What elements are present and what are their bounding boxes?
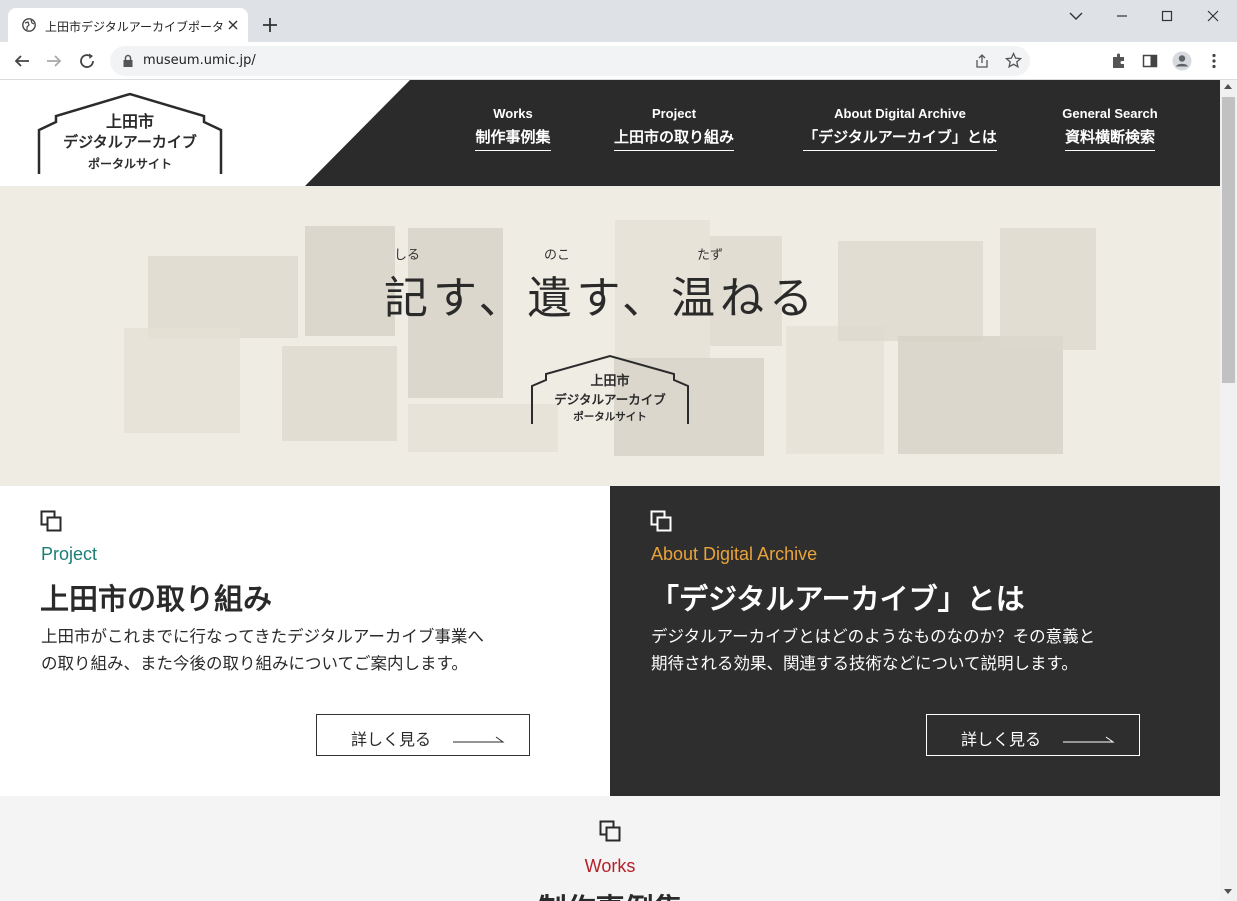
share-icon[interactable] <box>974 53 990 69</box>
windows-stack-icon <box>599 820 621 842</box>
nav-search-en: General Search <box>1062 106 1158 121</box>
hero-logo-line-2: デジタルアーカイブ <box>554 392 666 407</box>
project-card: Project 上田市の取り組み 上田市がこれまでに行なってきたデジタルアーカイ… <box>0 486 610 796</box>
nav-works[interactable]: Works 制作事例集 <box>467 106 559 151</box>
new-tab-plus-icon[interactable] <box>260 15 280 35</box>
works-section: Works 制作事例集 <box>0 796 1220 901</box>
profile-avatar-icon[interactable] <box>1172 51 1192 71</box>
scrollbar-thumb[interactable] <box>1222 97 1235 383</box>
about-desc-line-2: 期待される効果、関連する技術などについて説明します。 <box>651 654 1078 673</box>
about-label: About Digital Archive <box>651 544 818 564</box>
close-tab-icon[interactable] <box>227 19 239 31</box>
hero-photo-telescope <box>786 326 884 454</box>
about-title: 「デジタルアーカイブ」とは <box>650 582 1025 616</box>
nav-about-digital-archive[interactable]: About Digital Archive 「デジタルアーカイブ」とは <box>786 106 1014 151</box>
windows-stack-icon <box>650 510 672 532</box>
hero-logo: 上田市 デジタルアーカイブ ポータルサイト <box>530 354 690 426</box>
hero-logo-line-3: ポータルサイト <box>573 411 647 423</box>
nav-search-ja: 資料横断検索 <box>1064 126 1155 151</box>
project-more-label: 詳しく見る <box>351 730 432 749</box>
project-description: 上田市がこれまでに行なってきたデジタルアーカイブ事業へ の取り組み、また今後の取… <box>41 623 541 677</box>
hero-photo-statue <box>305 226 395 336</box>
logo-line-2: デジタルアーカイブ <box>63 133 197 151</box>
hero-photo-castle <box>148 256 298 338</box>
back-arrow-icon[interactable] <box>13 52 31 70</box>
reload-icon[interactable] <box>78 52 96 70</box>
url-text: museum.umic.jp/ <box>143 53 256 68</box>
hero-banner: しる のこ たず 記す、遺す、温ねる 上田市 デジタルアーカイブ ポータルサイト <box>0 186 1220 486</box>
tab-title: 上田市デジタルアーカイブポータルサイト <box>45 20 223 34</box>
works-title: 制作事例集 <box>0 886 1220 901</box>
browser-toolbar: museum.umic.jp/ <box>0 42 1237 80</box>
address-bar[interactable]: museum.umic.jp/ <box>110 46 1030 76</box>
maximize-icon[interactable] <box>1157 8 1177 24</box>
about-more-label: 詳しく見る <box>961 730 1042 749</box>
lock-icon <box>123 54 133 67</box>
hero-title: 記す、遺す、温ねる <box>384 273 818 324</box>
browser-tab[interactable]: 上田市デジタルアーカイブポータルサイト <box>8 8 248 42</box>
forward-arrow-icon[interactable] <box>45 52 63 70</box>
hero-photo-painting <box>838 241 983 341</box>
about-digital-archive-card: About Digital Archive 「デジタルアーカイブ」とは デジタル… <box>610 486 1220 796</box>
works-label: Works <box>584 856 636 876</box>
project-desc-line-1: 上田市がこれまでに行なってきたデジタルアーカイブ事業へ <box>41 627 484 646</box>
hero-photo-print <box>282 346 397 441</box>
logo-line-1: 上田市 <box>105 112 154 131</box>
about-desc-line-1: デジタルアーカイブとはどのようなものなのか？その意義と <box>651 627 1096 646</box>
page-scrollbar[interactable] <box>1220 80 1237 901</box>
site-logo[interactable]: 上田市 デジタルアーカイブ ポータルサイト <box>36 92 224 176</box>
ruby-tazu: たず <box>697 248 724 263</box>
page-viewport: 上田市 デジタルアーカイブ ポータルサイト Works 制作事例集 Projec… <box>0 80 1220 901</box>
about-description: デジタルアーカイブとはどのようなものなのか？その意義と 期待される効果、関連する… <box>651 623 1151 677</box>
arrow-right-icon <box>1063 736 1115 743</box>
extensions-puzzle-icon[interactable] <box>1110 52 1128 70</box>
tab-search-chevron-icon[interactable] <box>1066 8 1086 24</box>
browser-tab-bar: 上田市デジタルアーカイブポータルサイト <box>0 0 1237 42</box>
minimize-icon[interactable] <box>1112 8 1132 24</box>
close-window-icon[interactable] <box>1203 8 1223 24</box>
bookmark-star-icon[interactable] <box>1005 52 1022 69</box>
hero-logo-line-1: 上田市 <box>590 374 630 389</box>
nav-project[interactable]: Project 上田市の取り組み <box>604 106 744 151</box>
site-header: 上田市 デジタルアーカイブ ポータルサイト Works 制作事例集 Projec… <box>0 80 1220 186</box>
logo-line-3: ポータルサイト <box>87 157 172 171</box>
arrow-right-icon <box>453 736 505 743</box>
nav-project-ja: 上田市の取り組み <box>613 126 734 151</box>
globe-icon <box>22 18 36 32</box>
project-more-button[interactable]: 詳しく見る <box>316 714 530 756</box>
ruby-noko: のこ <box>544 248 571 263</box>
scroll-up-arrow-icon[interactable] <box>1224 84 1232 89</box>
project-title: 上田市の取り組み <box>40 582 273 616</box>
windows-stack-icon <box>40 510 62 532</box>
nav-works-ja: 制作事例集 <box>475 126 551 151</box>
nav-general-search[interactable]: General Search 資料横断検索 <box>1055 106 1165 151</box>
scroll-down-arrow-icon[interactable] <box>1224 889 1232 894</box>
project-label: Project <box>41 544 98 564</box>
about-more-button[interactable]: 詳しく見る <box>926 714 1140 756</box>
hero-photo-ladder <box>1000 228 1096 350</box>
nav-project-en: Project <box>651 106 697 121</box>
menu-kebab-icon[interactable] <box>1205 52 1223 70</box>
ruby-shiru: しる <box>394 248 421 263</box>
nav-about-en: About Digital Archive <box>834 106 966 121</box>
hero-photo-fan <box>124 328 240 433</box>
hero-photo-shrine <box>898 336 1063 454</box>
side-panel-icon[interactable] <box>1141 52 1159 70</box>
nav-works-en: Works <box>493 106 533 121</box>
nav-about-ja: 「デジタルアーカイブ」とは <box>803 126 997 151</box>
project-desc-line-2: の取り組み、また今後の取り組みについてご案内します。 <box>41 654 468 673</box>
